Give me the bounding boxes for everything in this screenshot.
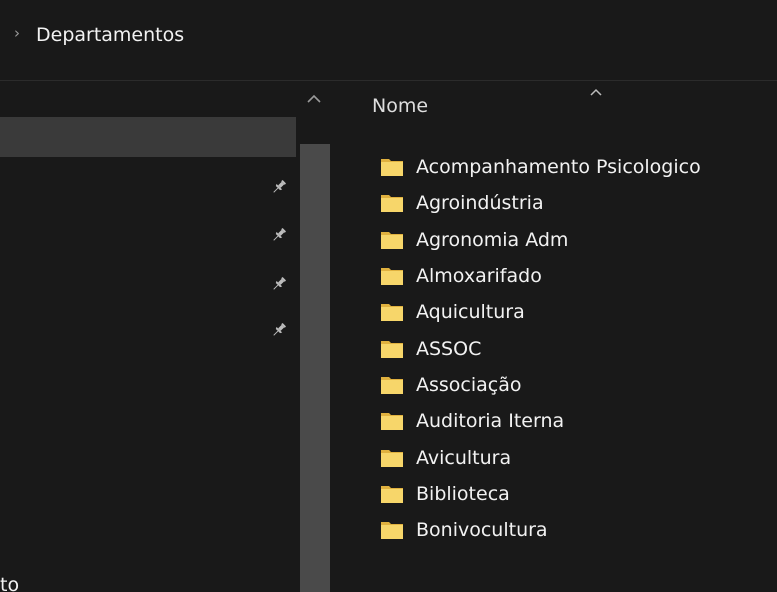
folder-icon [381, 159, 403, 177]
folder-name: Acompanhamento Psicologico [416, 156, 701, 179]
folder-name: Auditoria Iterna [416, 410, 565, 433]
list-item[interactable]: Acompanhamento Psicologico [380, 149, 701, 185]
file-explorer-window: › Departamentos to Nome Acompanhamento P… [0, 0, 777, 592]
folder-name: Biblioteca [416, 482, 510, 505]
pin-icon[interactable] [270, 321, 288, 339]
folder-name: Avicultura [416, 446, 512, 469]
scroll-up-icon[interactable] [305, 91, 323, 105]
folder-icon [381, 449, 403, 467]
pin-icon[interactable] [270, 275, 288, 293]
list-item[interactable]: Auditoria Iterna [380, 403, 701, 439]
folder-name: Almoxarifado [416, 265, 542, 288]
folder-name: ASSOC [416, 337, 482, 360]
folder-name: Agronomia Adm [416, 228, 569, 251]
folder-icon [381, 485, 403, 503]
list-item[interactable]: Aquicultura [380, 294, 701, 330]
folder-icon [381, 195, 403, 213]
list-item[interactable]: Agronomia Adm [380, 222, 701, 258]
folder-icon [381, 268, 403, 286]
list-item[interactable]: Biblioteca [380, 476, 701, 512]
list-item[interactable]: ASSOC [380, 330, 701, 366]
folder-name: Aquicultura [416, 301, 525, 324]
nav-item-label[interactable]: nto [0, 574, 19, 592]
breadcrumb-departamentos[interactable]: Departamentos [36, 24, 184, 46]
file-list: Acompanhamento Psicologico Agroindústria… [380, 149, 701, 548]
pin-icon[interactable] [270, 178, 288, 196]
nav-item-selected[interactable] [0, 117, 296, 157]
folder-name: Agroindústria [416, 192, 544, 215]
breadcrumb-chevron-icon[interactable]: › [14, 24, 20, 42]
file-list-pane: Nome Acompanhamento Psicologico Agroindú… [335, 81, 777, 592]
folder-icon [381, 340, 403, 358]
pin-icon[interactable] [270, 226, 288, 244]
navigation-pane: nto [0, 81, 335, 592]
list-item[interactable]: Agroindústria [380, 185, 701, 221]
folder-icon [381, 376, 403, 394]
column-header-name[interactable]: Nome [372, 95, 428, 117]
address-bar[interactable]: › Departamentos [0, 0, 777, 80]
list-item[interactable]: Avicultura [380, 439, 701, 475]
folder-name: Associação [416, 373, 522, 396]
list-item[interactable]: Almoxarifado [380, 258, 701, 294]
list-item[interactable]: Associação [380, 367, 701, 403]
sort-ascending-icon[interactable] [589, 87, 603, 97]
folder-name: Bonivocultura [416, 519, 548, 542]
list-item[interactable]: Bonivocultura [380, 512, 701, 548]
nav-scrollbar[interactable] [300, 144, 330, 592]
folder-icon [381, 231, 403, 249]
folder-icon [381, 304, 403, 322]
folder-icon [381, 522, 403, 540]
folder-icon [381, 413, 403, 431]
